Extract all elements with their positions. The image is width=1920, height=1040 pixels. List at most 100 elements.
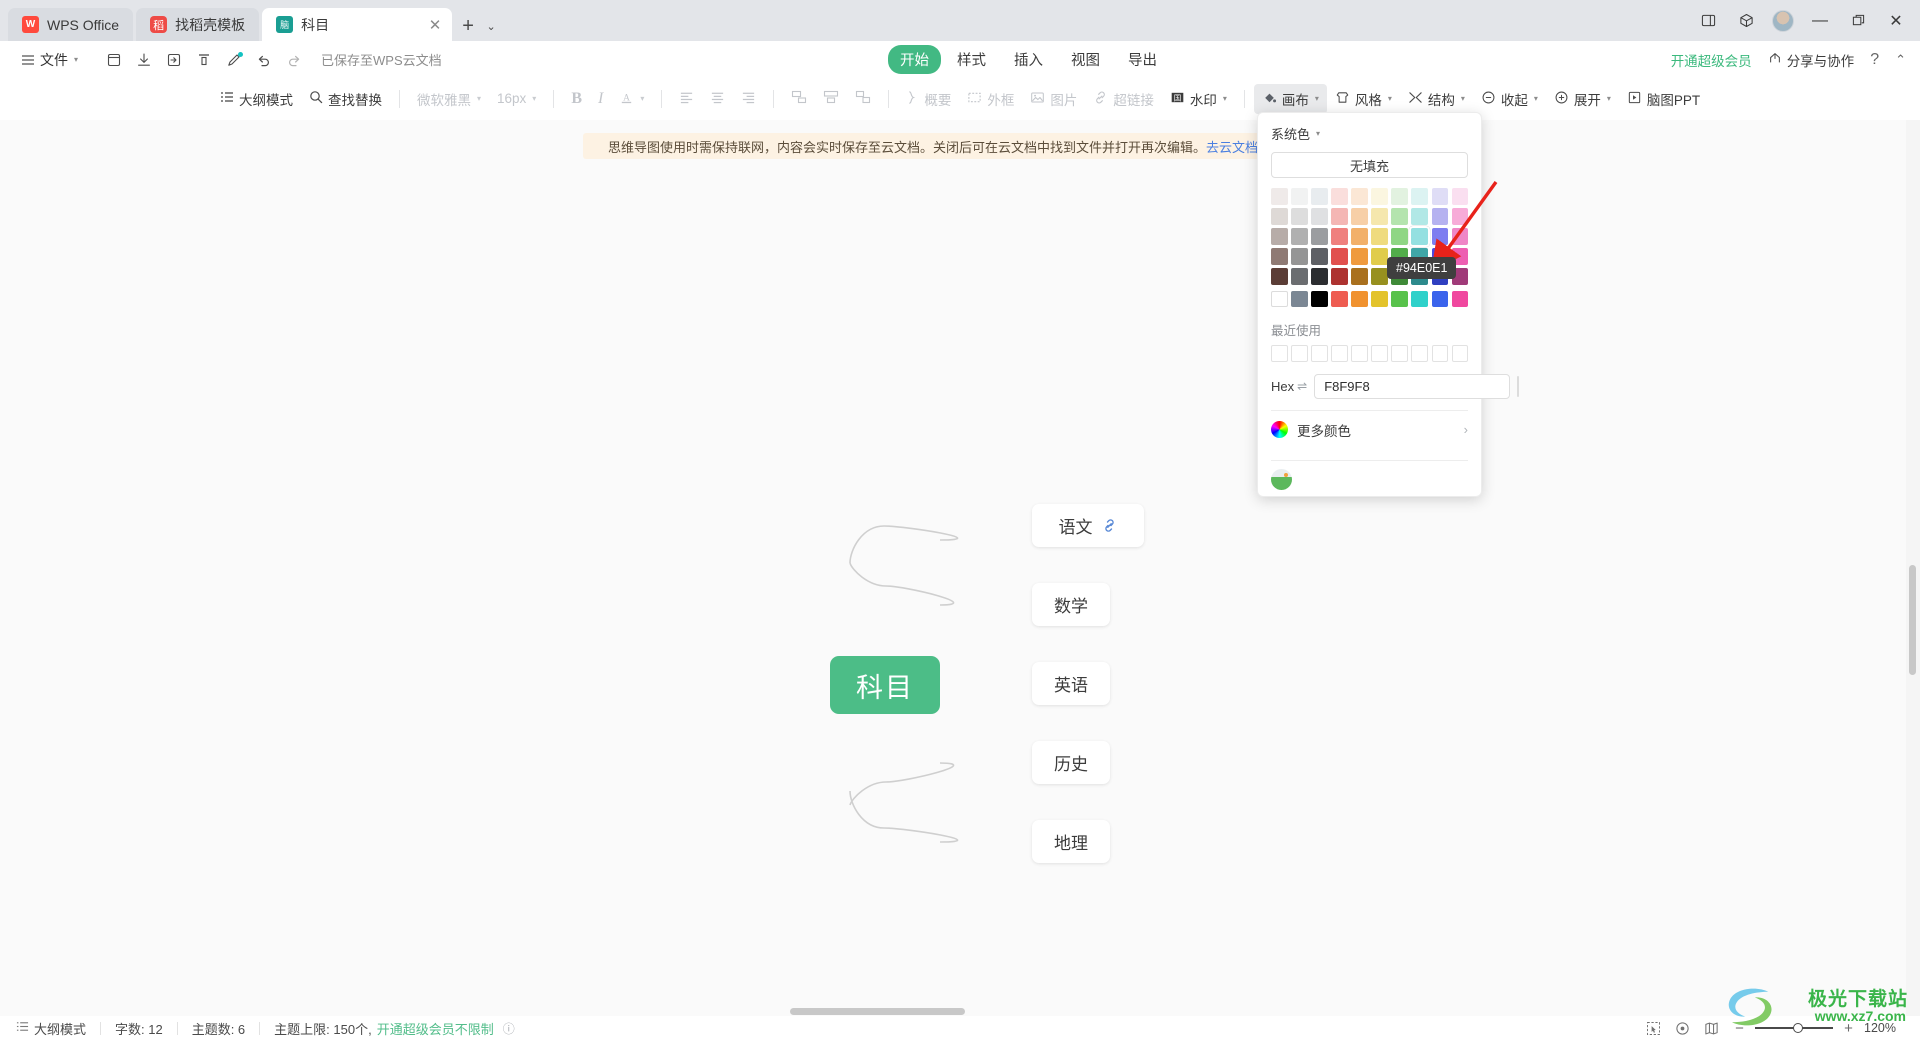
recent-color-swatch[interactable] <box>1291 345 1308 362</box>
color-swatch[interactable] <box>1451 228 1469 245</box>
color-swatch[interactable] <box>1331 188 1348 205</box>
color-swatch[interactable] <box>1331 290 1348 308</box>
no-fill-button[interactable]: 无填充 <box>1271 152 1468 178</box>
swap-format-icon[interactable]: ⇌ <box>1297 379 1307 393</box>
color-swatch[interactable] <box>1291 268 1308 285</box>
color-swatch[interactable] <box>1411 208 1428 225</box>
zoom-slider-knob[interactable] <box>1793 1023 1803 1033</box>
file-menu-button[interactable]: 文件 ▾ <box>14 46 85 74</box>
color-swatch[interactable] <box>1371 248 1388 265</box>
upgrade-vip-link[interactable]: 开通超级会员 <box>1671 50 1752 70</box>
tab-style[interactable]: 样式 <box>945 45 998 74</box>
insert-relation-button[interactable] <box>847 84 879 113</box>
cube-icon[interactable] <box>1728 5 1764 37</box>
color-swatch[interactable] <box>1271 268 1288 285</box>
recent-color-swatch[interactable] <box>1371 345 1388 362</box>
canvas-fill-button[interactable]: 画布 ▾ <box>1253 83 1327 114</box>
color-swatch[interactable] <box>1371 228 1388 245</box>
color-swatch[interactable] <box>1271 208 1288 225</box>
map-overview-icon[interactable] <box>1704 1021 1719 1036</box>
new-doc-button[interactable] <box>99 46 129 74</box>
hex-input[interactable] <box>1314 373 1511 399</box>
recent-color-swatch[interactable] <box>1271 345 1288 362</box>
tab-export[interactable]: 导出 <box>1116 45 1169 74</box>
status-outline-mode[interactable]: 大纲模式 <box>16 1019 86 1038</box>
hex-color-preview[interactable] <box>1517 375 1520 397</box>
zoom-in-button[interactable]: + <box>1842 1020 1855 1037</box>
color-swatch[interactable] <box>1431 188 1449 205</box>
collapse-ribbon-icon[interactable]: ⌃ <box>1895 52 1906 68</box>
hyperlink-button[interactable]: 超链接 <box>1085 84 1162 114</box>
minimize-button[interactable]: — <box>1802 5 1838 37</box>
color-swatch[interactable] <box>1271 290 1288 308</box>
tab-document-kemu[interactable]: 脑 科目 ✕ <box>262 8 453 41</box>
tab-find-template[interactable]: 稻 找稻壳模板 <box>136 8 260 41</box>
align-left-button[interactable] <box>671 85 702 113</box>
color-swatch[interactable] <box>1409 226 1430 247</box>
recent-color-swatch[interactable] <box>1311 345 1328 362</box>
image-button[interactable]: 图片 <box>1022 84 1085 114</box>
style-button[interactable]: 风格 ▾ <box>1327 84 1400 114</box>
mindmap-node-math[interactable]: 数学 <box>1032 583 1110 626</box>
color-swatch[interactable] <box>1351 208 1368 225</box>
summary-button[interactable]: 概要 <box>898 84 959 114</box>
help-icon[interactable]: ? <box>1870 51 1879 69</box>
color-swatch[interactable] <box>1391 188 1408 205</box>
color-swatch[interactable] <box>1331 268 1348 285</box>
color-swatch[interactable] <box>1311 228 1328 245</box>
color-swatch[interactable] <box>1371 208 1388 225</box>
undo-button[interactable] <box>249 46 279 74</box>
color-swatch[interactable] <box>1391 228 1408 245</box>
bold-button[interactable]: B <box>563 85 590 113</box>
color-swatch[interactable] <box>1291 208 1308 225</box>
close-button[interactable]: ✕ <box>1878 5 1914 37</box>
share-collab-button[interactable]: 分享与协作 <box>1768 50 1854 70</box>
hyperlink-icon[interactable] <box>1101 517 1118 534</box>
align-center-button[interactable] <box>702 85 733 113</box>
color-swatch[interactable] <box>1331 248 1348 265</box>
tab-start[interactable]: 开始 <box>888 45 941 74</box>
system-color-dropdown[interactable]: 系统色 ▾ <box>1271 124 1468 143</box>
color-swatch[interactable] <box>1411 290 1428 308</box>
color-swatch[interactable] <box>1451 188 1469 205</box>
color-swatch[interactable] <box>1271 228 1288 245</box>
tab-wps-office[interactable]: W WPS Office <box>8 8 134 41</box>
color-swatch[interactable] <box>1371 268 1388 285</box>
mindmap-canvas[interactable]: 思维导图使用时需保持联网，内容会实时保存至云文档。关闭后可在云文档中找到文件并打… <box>0 120 1920 1020</box>
mindmap-node-history[interactable]: 历史 <box>1032 741 1110 784</box>
outer-frame-button[interactable]: 外框 <box>959 84 1022 114</box>
restore-button[interactable] <box>1840 5 1876 37</box>
collapse-nodes-button[interactable]: 收起 ▾ <box>1473 84 1546 114</box>
expand-nodes-button[interactable]: 展开 ▾ <box>1546 84 1619 114</box>
recent-color-swatch[interactable] <box>1431 345 1449 362</box>
color-swatch[interactable] <box>1271 248 1288 265</box>
vip-unlimited-link[interactable]: 开通超级会员不限制 <box>377 1019 494 1038</box>
color-swatch[interactable] <box>1311 268 1328 285</box>
color-swatch[interactable] <box>1291 188 1308 205</box>
horizontal-scrollbar-thumb[interactable] <box>790 1008 965 1015</box>
color-swatch[interactable] <box>1311 208 1328 225</box>
color-swatch[interactable] <box>1431 208 1449 225</box>
zoom-out-button[interactable]: − <box>1733 1020 1746 1037</box>
color-swatch[interactable] <box>1371 188 1388 205</box>
mindmap-root-node[interactable]: 科目 <box>830 656 940 714</box>
font-color-button[interactable]: A ▾ <box>611 85 652 113</box>
color-swatch[interactable] <box>1351 268 1368 285</box>
recent-color-swatch[interactable] <box>1451 345 1469 362</box>
selection-icon[interactable] <box>1646 1021 1661 1036</box>
more-colors-row[interactable]: 更多颜色 › <box>1271 411 1468 449</box>
color-swatch[interactable] <box>1431 290 1449 308</box>
recent-color-swatch[interactable] <box>1331 345 1348 362</box>
color-swatch[interactable] <box>1351 290 1368 308</box>
question-icon[interactable]: ⓘ <box>503 1020 515 1037</box>
font-size-select[interactable]: 16px ▾ <box>489 86 544 111</box>
vertical-scrollbar-thumb[interactable] <box>1909 565 1916 675</box>
color-swatch[interactable] <box>1291 228 1308 245</box>
recent-color-swatch[interactable] <box>1391 345 1408 362</box>
color-swatch[interactable] <box>1331 228 1348 245</box>
color-swatch[interactable] <box>1351 228 1368 245</box>
chevron-down-icon[interactable]: ⌄ <box>481 11 501 41</box>
zoom-slider[interactable] <box>1755 1023 1833 1033</box>
tab-insert[interactable]: 插入 <box>1002 45 1055 74</box>
format-brush-button[interactable] <box>189 46 219 74</box>
